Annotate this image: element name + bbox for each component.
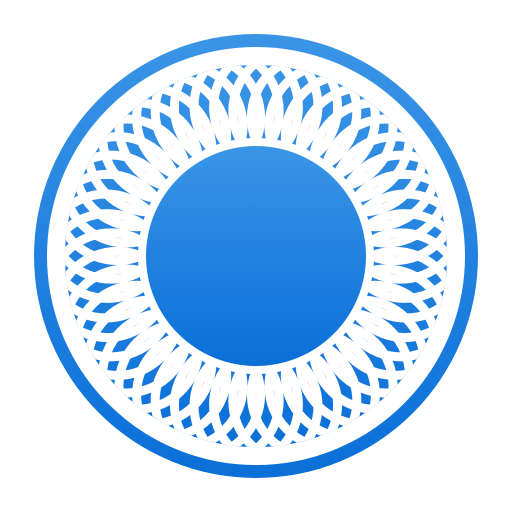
rosette-logo-icon <box>34 34 478 478</box>
center-disk <box>146 146 366 366</box>
app-icon <box>0 0 512 512</box>
